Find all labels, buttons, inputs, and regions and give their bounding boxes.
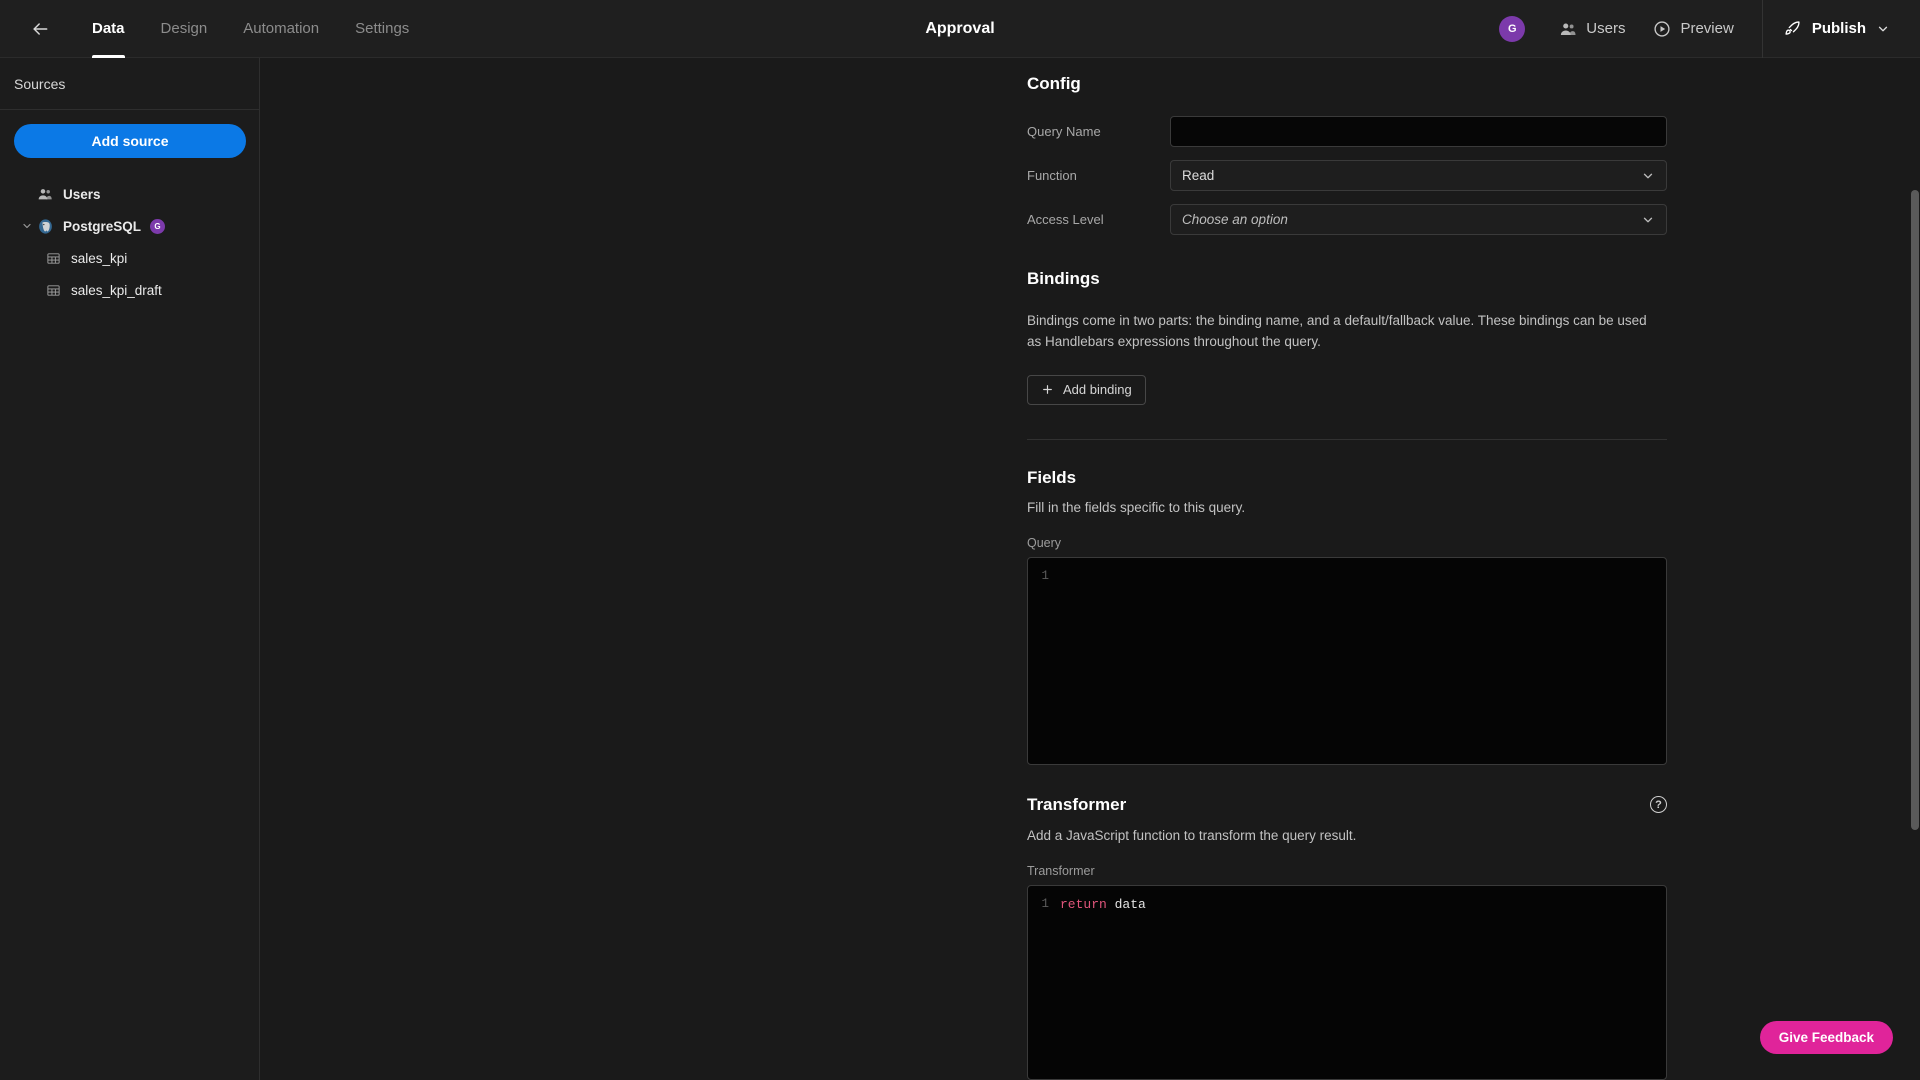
line-number: 1 xyxy=(1041,569,1049,584)
query-name-row: Query Name xyxy=(1027,116,1667,147)
tab-settings[interactable]: Settings xyxy=(337,0,427,58)
sidebar-item-sales-kpi-label: sales_kpi xyxy=(71,250,128,266)
sidebar-item-sales-kpi[interactable]: sales_kpi xyxy=(36,242,245,274)
avatar[interactable]: G xyxy=(1499,15,1526,42)
tab-data-label: Data xyxy=(92,20,125,37)
config-heading: Config xyxy=(1027,74,1081,93)
fields-description: Fill in the fields specific to this quer… xyxy=(1027,499,1246,515)
sidebar-title: Sources xyxy=(0,58,259,110)
access-level-label: Access Level xyxy=(1027,212,1104,227)
tab-automation-label: Automation xyxy=(243,20,320,37)
transformer-field-label: Transformer xyxy=(1027,863,1095,878)
add-binding-label: Add binding xyxy=(1063,382,1132,398)
publish-label: Publish xyxy=(1811,20,1866,37)
add-binding-button[interactable]: Add binding xyxy=(1027,374,1146,405)
code-line: 1 return data xyxy=(1028,895,1666,914)
users-label: Users xyxy=(1586,20,1626,37)
transformer-section: Transformer ? Add a JavaScript function … xyxy=(1027,795,1667,1080)
tab-design[interactable]: Design xyxy=(143,0,226,58)
plus-icon xyxy=(1041,383,1054,396)
header-actions: G Users Preview Publish xyxy=(1499,0,1920,58)
transformer-heading: Transformer xyxy=(1027,794,1127,814)
source-list: Users PostgreSQL G sales_kpi sales_kpi_d… xyxy=(14,178,245,306)
main-scrollbar-track[interactable] xyxy=(1909,58,1920,1080)
sidebar-item-postgresql[interactable]: PostgreSQL G xyxy=(14,210,245,242)
bindings-heading: Bindings xyxy=(1027,269,1100,288)
sidebar-item-sales-kpi-draft-label: sales_kpi_draft xyxy=(71,282,162,298)
query-name-input[interactable] xyxy=(1170,116,1667,147)
arrow-left-icon xyxy=(30,19,50,39)
main-scrollbar-thumb[interactable] xyxy=(1911,190,1919,830)
tab-automation[interactable]: Automation xyxy=(225,0,337,58)
transformer-code-keyword: return xyxy=(1060,896,1107,912)
postgres-tables: sales_kpi sales_kpi_draft xyxy=(14,242,245,306)
section-divider xyxy=(1027,438,1667,440)
tab-data[interactable]: Data xyxy=(74,0,143,58)
back-button[interactable] xyxy=(18,7,62,51)
users-icon xyxy=(34,186,56,202)
access-level-select[interactable]: Choose an option xyxy=(1170,204,1667,235)
sidebar-item-users-label: Users xyxy=(63,186,101,202)
tab-settings-label: Settings xyxy=(355,20,410,37)
fields-heading: Fields xyxy=(1027,467,1077,487)
access-level-select-value: Choose an option xyxy=(1182,212,1288,227)
rocket-icon xyxy=(1783,19,1802,38)
sidebar-item-postgresql-label: PostgreSQL xyxy=(63,218,142,234)
function-row: Function Read xyxy=(1027,160,1667,191)
access-level-row: Access Level Choose an option xyxy=(1027,204,1667,235)
transformer-code-identifier: data xyxy=(1106,896,1146,912)
header-divider xyxy=(1761,0,1763,58)
preview-label: Preview xyxy=(1680,20,1734,37)
function-select[interactable]: Read xyxy=(1170,160,1667,191)
fields-section: Fields Fill in the fields specific to th… xyxy=(1027,468,1667,765)
chevron-down-icon[interactable] xyxy=(20,220,34,232)
query-name-label: Query Name xyxy=(1027,124,1101,139)
main-nav-tabs: Data Design Automation Settings xyxy=(74,0,427,58)
bindings-section: Bindings Bindings come in two parts: the… xyxy=(1027,269,1667,440)
table-icon xyxy=(42,283,64,298)
transformer-heading-row: Transformer ? xyxy=(1027,795,1667,815)
sidebar-item-sales-kpi-draft[interactable]: sales_kpi_draft xyxy=(36,274,245,306)
play-circle-icon xyxy=(1653,20,1671,38)
query-code-editor[interactable]: 1 xyxy=(1027,556,1667,765)
users-button[interactable]: Users xyxy=(1545,12,1639,46)
chevron-down-icon xyxy=(1876,22,1890,36)
table-icon xyxy=(42,251,64,266)
give-feedback-button[interactable]: Give Feedback xyxy=(1759,1021,1893,1054)
query-editor-content: Config Query Name Function Read Access L… xyxy=(260,58,1904,1080)
tab-design-label: Design xyxy=(160,20,208,37)
publish-button[interactable]: Publish xyxy=(1767,11,1906,46)
preview-button[interactable]: Preview xyxy=(1639,12,1747,46)
line-number: 1 xyxy=(1041,897,1049,912)
avatar-initial: G xyxy=(1508,22,1517,35)
query-field-label: Query xyxy=(1027,535,1062,550)
function-label: Function xyxy=(1027,168,1077,183)
chevron-down-icon xyxy=(1641,169,1655,183)
function-select-value: Read xyxy=(1182,168,1215,183)
transformer-description: Add a JavaScript function to transform t… xyxy=(1027,827,1357,843)
postgres-badge-text: G xyxy=(154,221,161,231)
give-feedback-label: Give Feedback xyxy=(1778,1030,1874,1045)
sidebar-item-users[interactable]: Users xyxy=(14,178,245,210)
code-line: 1 xyxy=(1028,567,1666,586)
chevron-down-icon xyxy=(1641,213,1655,227)
query-form-panel: Config Query Name Function Read Access L… xyxy=(1027,58,1667,1080)
config-section: Config Query Name Function Read Access L… xyxy=(1027,58,1667,235)
postgres-icon xyxy=(34,218,56,235)
help-icon[interactable]: ? xyxy=(1650,796,1667,814)
app-header: Data Design Automation Settings Approval… xyxy=(0,0,1920,58)
users-icon xyxy=(1559,20,1577,38)
postgres-status-badge: G xyxy=(150,218,166,234)
add-source-label: Add source xyxy=(91,133,169,149)
transformer-code-editor[interactable]: 1 return data xyxy=(1027,884,1667,1080)
sources-sidebar: Sources Add source Users PostgreSQL G sa… xyxy=(0,58,260,1080)
add-source-button[interactable]: Add source xyxy=(14,124,246,158)
sidebar-body: Add source Users PostgreSQL G sales_kpi … xyxy=(0,110,259,320)
bindings-description: Bindings come in two parts: the binding … xyxy=(1027,313,1647,349)
query-editor-main: Config Query Name Function Read Access L… xyxy=(260,58,1920,1080)
